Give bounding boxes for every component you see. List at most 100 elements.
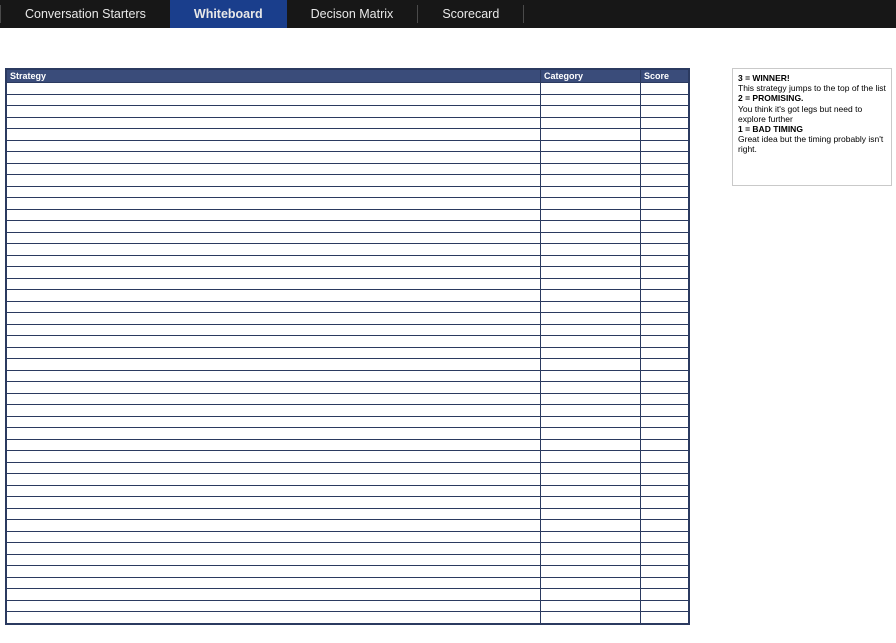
cell-strategy[interactable] xyxy=(7,267,541,279)
cell-strategy[interactable] xyxy=(7,347,541,359)
table-row[interactable] xyxy=(7,117,689,129)
cell-strategy[interactable] xyxy=(7,278,541,290)
table-row[interactable] xyxy=(7,244,689,256)
cell-strategy[interactable] xyxy=(7,520,541,532)
cell-category[interactable] xyxy=(541,416,641,428)
cell-score[interactable] xyxy=(641,209,689,221)
table-row[interactable] xyxy=(7,451,689,463)
cell-score[interactable] xyxy=(641,474,689,486)
cell-score[interactable] xyxy=(641,393,689,405)
cell-category[interactable] xyxy=(541,278,641,290)
cell-strategy[interactable] xyxy=(7,301,541,313)
cell-strategy[interactable] xyxy=(7,290,541,302)
cell-strategy[interactable] xyxy=(7,152,541,164)
cell-category[interactable] xyxy=(541,566,641,578)
cell-category[interactable] xyxy=(541,290,641,302)
table-row[interactable] xyxy=(7,313,689,325)
cell-strategy[interactable] xyxy=(7,106,541,118)
cell-strategy[interactable] xyxy=(7,600,541,612)
table-row[interactable] xyxy=(7,347,689,359)
cell-category[interactable] xyxy=(541,382,641,394)
cell-category[interactable] xyxy=(541,301,641,313)
cell-category[interactable] xyxy=(541,474,641,486)
cell-strategy[interactable] xyxy=(7,232,541,244)
cell-strategy[interactable] xyxy=(7,198,541,210)
cell-score[interactable] xyxy=(641,497,689,509)
cell-score[interactable] xyxy=(641,129,689,141)
cell-score[interactable] xyxy=(641,416,689,428)
table-row[interactable] xyxy=(7,198,689,210)
cell-category[interactable] xyxy=(541,577,641,589)
tab-decision-matrix[interactable]: Decison Matrix xyxy=(287,0,418,28)
table-row[interactable] xyxy=(7,554,689,566)
cell-strategy[interactable] xyxy=(7,255,541,267)
cell-category[interactable] xyxy=(541,221,641,233)
cell-category[interactable] xyxy=(541,359,641,371)
tab-scorecard[interactable]: Scorecard xyxy=(418,0,523,28)
cell-category[interactable] xyxy=(541,255,641,267)
cell-category[interactable] xyxy=(541,209,641,221)
cell-score[interactable] xyxy=(641,106,689,118)
table-row[interactable] xyxy=(7,129,689,141)
cell-category[interactable] xyxy=(541,428,641,440)
cell-category[interactable] xyxy=(541,186,641,198)
cell-category[interactable] xyxy=(541,554,641,566)
cell-score[interactable] xyxy=(641,520,689,532)
cell-category[interactable] xyxy=(541,520,641,532)
cell-strategy[interactable] xyxy=(7,589,541,601)
table-row[interactable] xyxy=(7,106,689,118)
table-row[interactable] xyxy=(7,140,689,152)
cell-category[interactable] xyxy=(541,485,641,497)
cell-strategy[interactable] xyxy=(7,382,541,394)
table-row[interactable] xyxy=(7,531,689,543)
cell-category[interactable] xyxy=(541,451,641,463)
cell-strategy[interactable] xyxy=(7,428,541,440)
table-row[interactable] xyxy=(7,543,689,555)
table-row[interactable] xyxy=(7,221,689,233)
cell-score[interactable] xyxy=(641,451,689,463)
cell-score[interactable] xyxy=(641,255,689,267)
cell-strategy[interactable] xyxy=(7,313,541,325)
table-row[interactable] xyxy=(7,612,689,624)
cell-strategy[interactable] xyxy=(7,244,541,256)
cell-score[interactable] xyxy=(641,186,689,198)
cell-score[interactable] xyxy=(641,600,689,612)
table-row[interactable] xyxy=(7,382,689,394)
cell-category[interactable] xyxy=(541,232,641,244)
cell-category[interactable] xyxy=(541,405,641,417)
table-row[interactable] xyxy=(7,566,689,578)
cell-score[interactable] xyxy=(641,83,689,95)
cell-category[interactable] xyxy=(541,347,641,359)
cell-category[interactable] xyxy=(541,393,641,405)
cell-score[interactable] xyxy=(641,117,689,129)
table-row[interactable] xyxy=(7,359,689,371)
table-row[interactable] xyxy=(7,393,689,405)
table-row[interactable] xyxy=(7,267,689,279)
cell-category[interactable] xyxy=(541,543,641,555)
table-row[interactable] xyxy=(7,301,689,313)
cell-strategy[interactable] xyxy=(7,83,541,95)
cell-score[interactable] xyxy=(641,290,689,302)
cell-category[interactable] xyxy=(541,612,641,624)
table-row[interactable] xyxy=(7,290,689,302)
cell-score[interactable] xyxy=(641,198,689,210)
table-row[interactable] xyxy=(7,520,689,532)
tab-conversation-starters[interactable]: Conversation Starters xyxy=(1,0,170,28)
cell-score[interactable] xyxy=(641,405,689,417)
cell-category[interactable] xyxy=(541,439,641,451)
table-row[interactable] xyxy=(7,485,689,497)
cell-score[interactable] xyxy=(641,612,689,624)
table-row[interactable] xyxy=(7,336,689,348)
cell-strategy[interactable] xyxy=(7,117,541,129)
cell-strategy[interactable] xyxy=(7,175,541,187)
cell-strategy[interactable] xyxy=(7,566,541,578)
cell-score[interactable] xyxy=(641,359,689,371)
cell-category[interactable] xyxy=(541,244,641,256)
table-row[interactable] xyxy=(7,589,689,601)
table-row[interactable] xyxy=(7,462,689,474)
cell-score[interactable] xyxy=(641,370,689,382)
cell-score[interactable] xyxy=(641,462,689,474)
cell-strategy[interactable] xyxy=(7,359,541,371)
cell-category[interactable] xyxy=(541,324,641,336)
cell-category[interactable] xyxy=(541,106,641,118)
